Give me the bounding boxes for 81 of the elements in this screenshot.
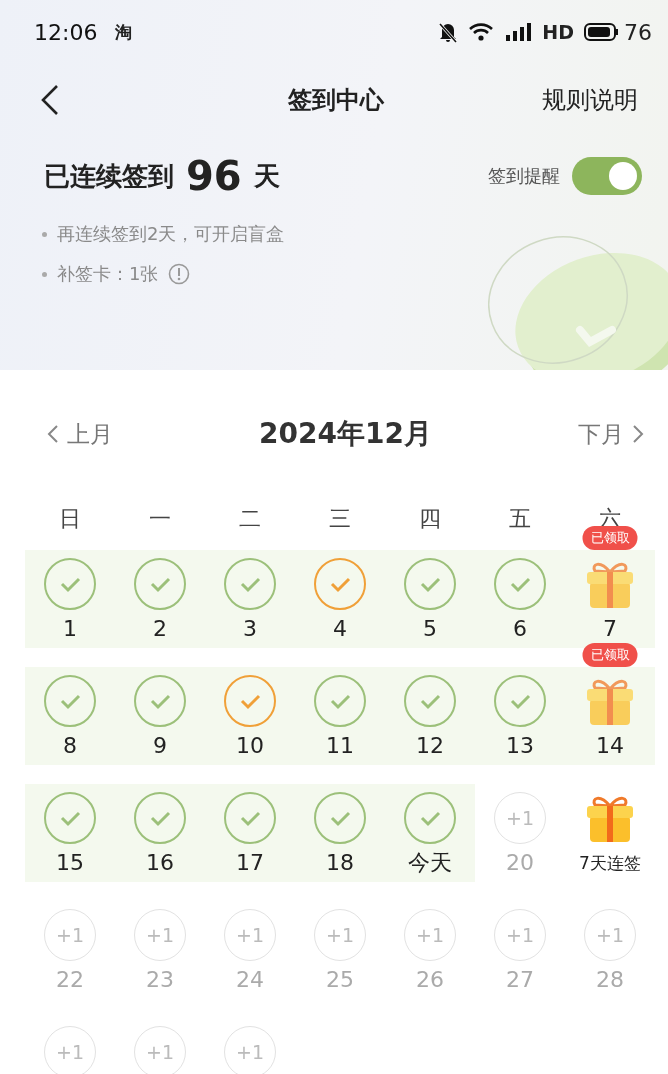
back-icon [40,84,60,116]
streak-label: 已连续签到 [44,159,174,193]
info-icon[interactable] [168,263,191,285]
day-number: 12 [416,732,444,760]
day-number: 18 [326,849,354,877]
streak-day-cell[interactable]: 6 [475,550,565,648]
wifi-icon [468,22,495,42]
battery-icon [584,23,618,41]
month-title: 2024年12月 [259,416,432,452]
day-number: 7天连签 [579,852,641,875]
day-number: 7 [603,615,617,643]
reminder-label: 签到提醒 [488,164,560,188]
day-number: 11 [326,732,354,760]
day-number: 15 [56,849,84,877]
note-text: 补签卡：1张 [57,262,159,286]
battery-level: 76 [624,19,652,45]
prev-month-button[interactable]: 上月 [47,418,113,450]
back-button[interactable] [40,84,60,116]
streak-day-cell[interactable]: 16 [115,784,205,882]
streak-day-cell[interactable]: 17 [205,784,295,882]
streak-day-cell[interactable]: 18 [295,784,385,882]
day-number: 23 [146,966,174,994]
weekday-label: 三 [328,505,352,533]
mute-bell-icon [438,21,459,43]
streak-day-cell[interactable]: 今天 [385,784,475,882]
day-number: 28 [596,966,624,994]
streak-day-cell[interactable]: 14 [565,667,655,765]
streak-day-cell[interactable]: 2 [115,550,205,648]
notification-glyph: 淘 [115,20,133,44]
day-number: 25 [326,966,354,994]
streak-day-cell[interactable]: 15 [25,784,115,882]
chevron-left-icon [47,424,59,444]
reminder-toggle[interactable] [572,157,642,195]
day-number: 1 [63,615,77,643]
claimed-badge: 已领取 [582,643,638,667]
streak-day-cell[interactable]: 9 [115,667,205,765]
streak-day-cell[interactable]: 5 [385,550,475,648]
rules-link[interactable]: 规则说明 [542,84,638,116]
streak-day-cell[interactable]: 3 [205,550,295,648]
day-number: 5 [423,615,437,643]
streak-day-cell[interactable]: 8 [25,667,115,765]
day-number: 9 [153,732,167,760]
day-number: 2 [153,615,167,643]
streak-day-cell[interactable]: 13 [475,667,565,765]
day-number: 14 [596,732,624,760]
claimed-badge: 已领取 [582,526,638,550]
page-title: 签到中心 [287,85,385,116]
day-number: 27 [506,966,534,994]
chevron-right-icon [632,424,644,444]
weekday-label: 四 [418,505,442,533]
streak-unit: 天 [253,159,280,193]
day-number: 今天 [408,849,452,877]
day-number: 22 [56,966,84,994]
status-time: 12:06 [34,19,98,45]
day-number: 17 [236,849,264,877]
day-number: 10 [236,732,264,760]
streak-day-cell[interactable]: 10 [205,667,295,765]
signal-icon [504,22,533,42]
weekday-label: 五 [508,505,532,533]
streak-day-cell[interactable]: 11 [295,667,385,765]
day-number: 24 [236,966,264,994]
weekday-label: 二 [238,505,262,533]
day-number: 3 [243,615,257,643]
streak-day-cell[interactable]: 4 [295,550,385,648]
day-number: 20 [506,849,534,877]
streak-day-cell[interactable]: 12 [385,667,475,765]
streak-count: 96 [186,153,242,199]
day-number: 8 [63,732,77,760]
next-month-button[interactable]: 下月 [578,418,644,450]
day-number: 13 [506,732,534,760]
streak-day-cell[interactable]: 1 [25,550,115,648]
day-number: 6 [513,615,527,643]
weekday-label: 一 [148,505,172,533]
streak-day-cell[interactable]: 7 [565,550,655,648]
note-text: 再连续签到2天，可开启盲盒 [57,222,285,246]
day-cell[interactable]: 7天连签 [565,784,655,882]
day-number: 4 [333,615,347,643]
day-number: 26 [416,966,444,994]
weekday-label: 日 [58,505,82,533]
day-number: 16 [146,849,174,877]
network-label: HD [542,21,574,43]
